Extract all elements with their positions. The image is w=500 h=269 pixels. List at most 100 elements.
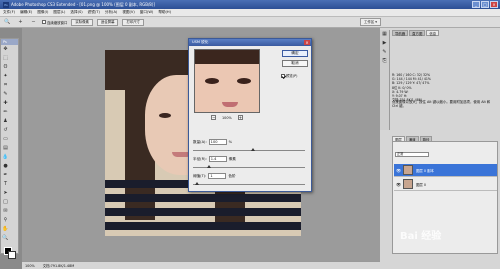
doc-size: 文档:791.8K/1.48M [42, 264, 75, 268]
path-select-icon[interactable]: ➤ [2, 190, 9, 197]
menu-analysis[interactable]: 分析(A) [105, 10, 117, 15]
magic-wand-icon[interactable]: ✦ [2, 73, 9, 80]
zoom-tool-icon[interactable]: 🔍 [4, 19, 11, 26]
clone-source-icon[interactable]: ⎘ [381, 58, 388, 65]
baidu-watermark: Bai 经验 [400, 231, 442, 242]
info-note: 点按图像以放大；按住 Alt 键以缩小。要用附加选项，使用 Alt 和 Ctrl… [392, 100, 491, 109]
preview-checkbox-label: 预览(P) [286, 74, 298, 78]
layer-row[interactable]: 👁 图层 0 [394, 178, 497, 191]
menu-file[interactable]: 文件(F) [3, 10, 15, 15]
options-bar: 🔍 + − 连续缩放窗口 实际像素 适合屏幕 打印尺寸 [0, 17, 500, 28]
actual-pixels-button[interactable]: 实际像素 [71, 18, 93, 26]
tab-navigator[interactable]: 导航器 [392, 30, 409, 36]
layer-name: 图层 0 副本 [416, 168, 434, 173]
gradient-tool-icon[interactable]: ▤ [2, 145, 9, 152]
tab-info[interactable]: 信息 [426, 30, 440, 36]
threshold-slider[interactable] [193, 182, 305, 185]
threshold-row: 阈值(T): 1 色阶 [193, 173, 236, 179]
radius-slider-thumb[interactable] [207, 165, 211, 168]
zoom-level[interactable]: 100% [25, 264, 35, 268]
resize-windows-checkbox[interactable]: 连续缩放窗口 [42, 20, 67, 25]
threshold-input[interactable]: 1 [208, 173, 227, 179]
hand-tool-icon[interactable]: ✋ [2, 226, 9, 233]
menu-view[interactable]: 视图(V) [122, 10, 134, 15]
radius-label: 半径(R): [193, 156, 207, 161]
amount-slider[interactable] [193, 148, 305, 151]
radius-input[interactable]: 1.4 [208, 156, 227, 162]
stamp-tool-icon[interactable]: ♟ [2, 118, 9, 125]
preview-zoom-value: 100% [222, 115, 232, 120]
tab-histogram[interactable]: 直方图 [409, 30, 426, 36]
type-tool-icon[interactable]: T [2, 181, 9, 188]
brushes-panel-icon[interactable]: ✎ [381, 49, 388, 56]
dialog-close-icon[interactable]: × [304, 40, 310, 45]
menu-layer[interactable]: 图层(L) [53, 10, 65, 15]
zoom-tool-icon[interactable]: 🔍 [2, 235, 9, 242]
notes-tool-icon[interactable]: ✉ [2, 208, 9, 215]
menu-filter[interactable]: 滤镜(T) [88, 10, 100, 15]
cancel-button[interactable]: 取消 [282, 60, 308, 67]
checkbox-box[interactable] [281, 73, 285, 78]
radius-slider[interactable] [193, 165, 305, 168]
shirt-stripe [105, 208, 301, 216]
shirt-stripe [105, 222, 301, 230]
title-bar: Ps Adobe Photoshop CS3 Extended - [01.pn… [0, 0, 500, 9]
checkbox-box[interactable] [42, 20, 46, 24]
blur-tool-icon[interactable]: 💧 [2, 154, 9, 161]
minimize-button[interactable]: _ [472, 1, 480, 8]
threshold-slider-thumb[interactable] [195, 182, 199, 185]
layer-thumbnail [403, 165, 413, 175]
status-bar: 100% 文档:791.8K/1.48M [22, 261, 380, 269]
menu-help[interactable]: 帮助(H) [158, 10, 171, 15]
menu-window[interactable]: 窗口(W) [140, 10, 154, 15]
visibility-eye-icon[interactable]: 👁 [396, 168, 401, 173]
maximize-button[interactable]: □ [481, 1, 489, 8]
actions-panel-icon[interactable]: ▶ [381, 40, 388, 47]
toolbox: Ps ✥ ⬚ ʘ ✦ ⌗ ✎ ✚ ✏ ♟ ↺ ▭ ▤ 💧 ● ✒ T ➤ □ ✉ ⚲ ✋ 🔍 [0, 38, 19, 259]
pen-tool-icon[interactable]: ✒ [2, 172, 9, 179]
preview-checkbox[interactable]: 预览(P) [281, 73, 297, 78]
brush-tool-icon[interactable]: ✏ [2, 109, 9, 116]
amount-slider-thumb[interactable] [251, 148, 255, 151]
amount-unit: % [228, 140, 233, 144]
shirt-stripe [105, 194, 301, 202]
visibility-eye-icon[interactable]: 👁 [396, 182, 401, 187]
amount-row: 数量(A): 100 % [193, 139, 232, 145]
fit-screen-button[interactable]: 适合屏幕 [96, 18, 119, 26]
amount-input[interactable]: 100 [208, 139, 227, 145]
zoom-in-icon[interactable]: + [17, 19, 24, 26]
eyedropper-icon[interactable]: ⚲ [2, 217, 9, 224]
slice-tool-icon[interactable]: ✎ [2, 91, 9, 98]
print-size-button[interactable]: 打印尺寸 [122, 18, 145, 26]
healing-brush-icon[interactable]: ✚ [2, 100, 9, 107]
workspace-dropdown[interactable]: 工作区 ▾ [360, 18, 381, 26]
shape-tool-icon[interactable]: □ [2, 199, 9, 206]
zoom-out-icon[interactable]: − [30, 19, 37, 26]
menu-image[interactable]: 图像(I) [37, 10, 48, 15]
ok-button[interactable]: 确定 [282, 50, 308, 57]
lasso-tool-icon[interactable]: ʘ [2, 64, 9, 71]
menu-select[interactable]: 选择(S) [70, 10, 82, 15]
preview-zoom-controls: − 100% + [211, 115, 243, 120]
threshold-label: 阈值(T): [193, 173, 207, 178]
radius-unit: 像素 [228, 156, 236, 161]
dialog-preview[interactable] [194, 49, 260, 113]
photoshop-logo-icon: Ps [3, 1, 9, 8]
layer-row[interactable]: 👁 图层 0 副本 [394, 164, 497, 177]
blend-mode-select[interactable]: 正常 [395, 152, 429, 157]
eye-shape [159, 113, 171, 118]
zoom-out-button[interactable]: − [211, 115, 216, 120]
menu-bar: 文件(F) 编辑(E) 图像(I) 图层(L) 选择(S) 滤镜(T) 分析(A… [0, 9, 500, 17]
dodge-tool-icon[interactable]: ● [2, 163, 9, 170]
zoom-in-button[interactable]: + [237, 115, 243, 120]
history-brush-icon[interactable]: ↺ [2, 127, 9, 134]
close-button[interactable]: × [490, 1, 498, 8]
menu-edit[interactable]: 编辑(E) [20, 10, 32, 15]
background-color[interactable] [8, 251, 16, 259]
history-panel-icon[interactable]: ▦ [381, 31, 388, 38]
color-swatches [1, 247, 18, 263]
crop-tool-icon[interactable]: ⌗ [2, 82, 9, 89]
move-tool-icon[interactable]: ✥ [2, 46, 9, 53]
eraser-tool-icon[interactable]: ▭ [2, 136, 9, 143]
marquee-tool-icon[interactable]: ⬚ [2, 55, 9, 62]
